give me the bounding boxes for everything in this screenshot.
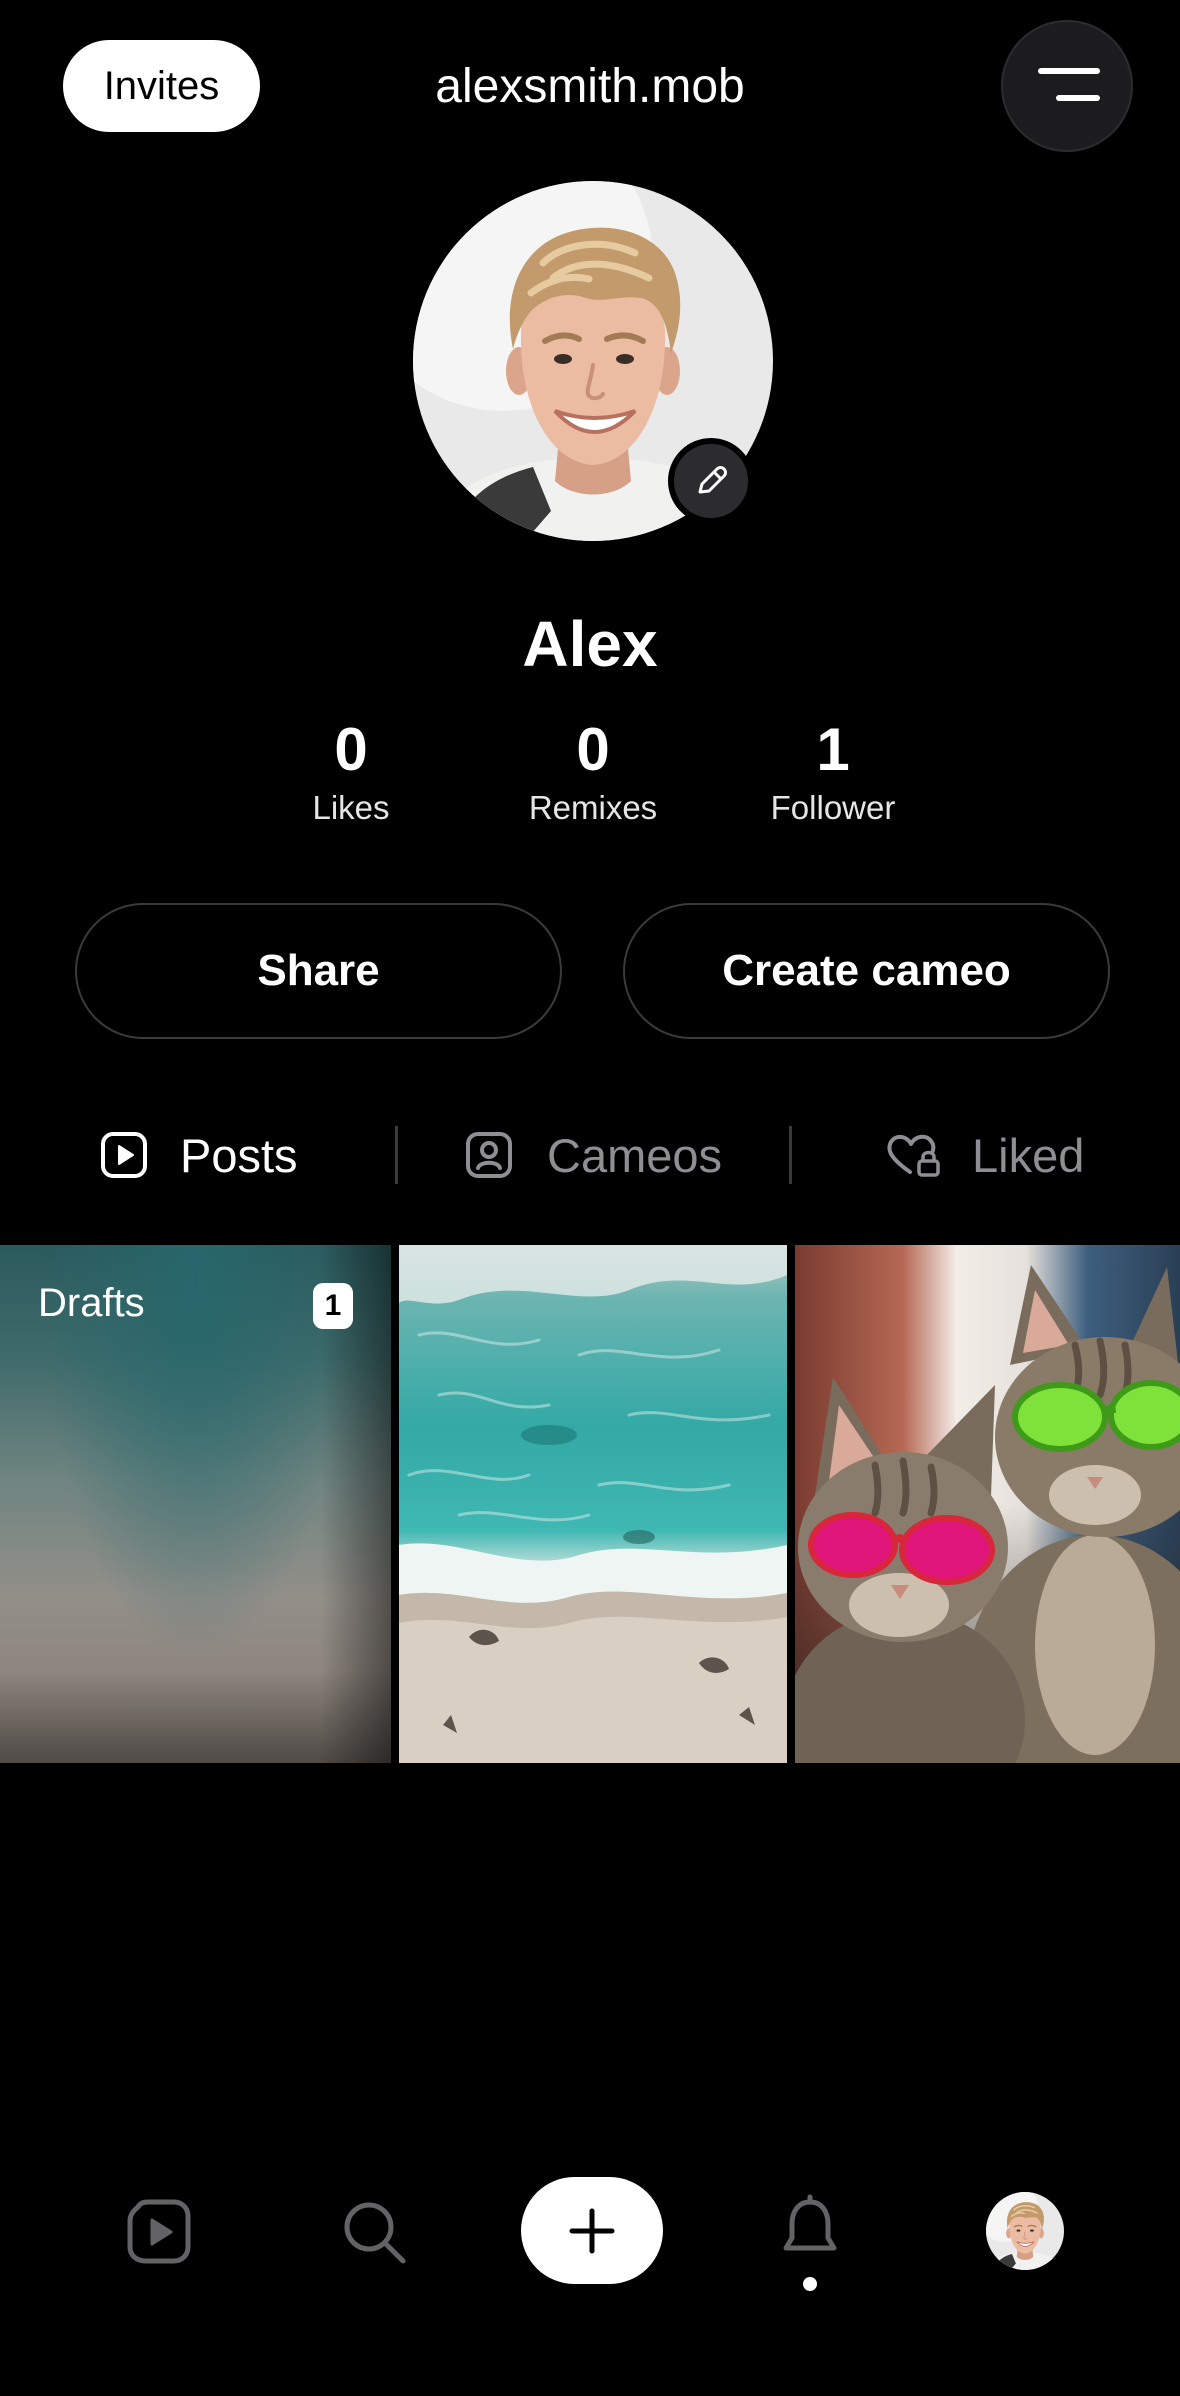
- nav-search-button[interactable]: [339, 2197, 409, 2267]
- likes-label: Likes: [312, 789, 390, 826]
- drafts-tile[interactable]: Drafts 1: [0, 1245, 391, 1763]
- bell-icon: [783, 2194, 837, 2251]
- nav-feed-button[interactable]: [124, 2197, 194, 2267]
- play-square-icon: [101, 1132, 147, 1178]
- post-thumbnail[interactable]: [795, 1245, 1180, 1763]
- tab-liked[interactable]: Liked: [884, 1120, 1084, 1190]
- invites-button[interactable]: Invites: [63, 40, 260, 132]
- edit-avatar-button[interactable]: [668, 438, 754, 524]
- tab-divider: [789, 1126, 792, 1184]
- followers-count[interactable]: 1: [703, 715, 963, 785]
- profile-name: Alex: [522, 608, 658, 680]
- menu-icon: [1038, 68, 1100, 101]
- post-thumbnail[interactable]: [399, 1245, 787, 1763]
- followers-label[interactable]: Follower: [703, 788, 963, 828]
- username: alexsmith.mob: [435, 59, 745, 113]
- beach-thumbnail-image: [399, 1245, 787, 1763]
- person-square-icon: [466, 1132, 512, 1178]
- likes-count: 0: [334, 716, 368, 783]
- tab-posts[interactable]: Posts: [101, 1120, 298, 1190]
- search-icon: [344, 2202, 406, 2264]
- notification-indicator: [803, 2277, 817, 2291]
- tab-label-liked: Liked: [972, 1128, 1085, 1182]
- feed-icon: [127, 2199, 191, 2264]
- remixes-count: 0: [576, 716, 610, 783]
- drafts-count-badge: 1: [313, 1283, 353, 1329]
- create-post-button[interactable]: [521, 2177, 663, 2284]
- cats-thumbnail-image: [795, 1245, 1180, 1763]
- heart-lock-icon: [884, 1132, 942, 1178]
- create-cameo-button[interactable]: Create cameo: [623, 903, 1110, 1039]
- drafts-label: Drafts: [38, 1281, 145, 1325]
- page-title: alexsmith.mob: [340, 40, 840, 132]
- invites-label: Invites: [103, 63, 220, 108]
- share-label: Share: [257, 946, 380, 995]
- nav-notifications-button[interactable]: [778, 2194, 842, 2264]
- tab-label-posts: Posts: [180, 1128, 298, 1182]
- tab-cameos[interactable]: Cameos: [466, 1120, 722, 1190]
- tab-divider: [395, 1126, 398, 1184]
- create-cameo-label: Create cameo: [722, 946, 1011, 995]
- remixes-label: Remixes: [528, 789, 658, 826]
- nav-profile-button[interactable]: [986, 2192, 1064, 2270]
- tab-label-cameos: Cameos: [547, 1128, 723, 1182]
- share-button[interactable]: Share: [75, 903, 562, 1039]
- pencil-icon: [698, 466, 727, 494]
- menu-button[interactable]: [1001, 20, 1133, 152]
- drafts-count: 1: [324, 1289, 342, 1322]
- profile-avatar: [986, 2192, 1064, 2270]
- plus-icon: [569, 2208, 615, 2253]
